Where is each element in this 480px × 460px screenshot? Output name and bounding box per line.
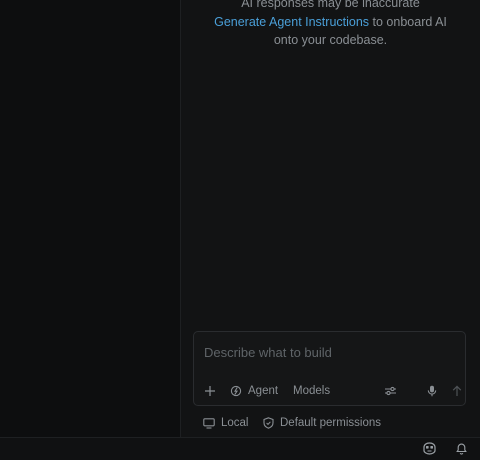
sliders-icon bbox=[385, 386, 396, 396]
local-session-button[interactable]: Local bbox=[203, 416, 249, 430]
permissions-button[interactable]: Default permissions bbox=[263, 416, 381, 430]
copilot-status-button[interactable] bbox=[422, 442, 437, 460]
send-button[interactable] bbox=[452, 382, 462, 400]
models-label: Models bbox=[293, 385, 331, 397]
tools-settings-button[interactable] bbox=[384, 382, 397, 400]
chat-input[interactable] bbox=[204, 345, 454, 360]
editor-area bbox=[0, 0, 180, 437]
monitor-icon bbox=[203, 417, 215, 429]
microphone-icon bbox=[427, 385, 437, 397]
notice-line-1: AI responses may be inaccurate bbox=[241, 0, 420, 10]
chat-welcome-notice: AI responses may be inaccurate Generate … bbox=[181, 0, 480, 50]
agent-label: Agent bbox=[248, 385, 279, 397]
agent-icon bbox=[230, 385, 242, 397]
agent-mode-button[interactable]: Agent bbox=[230, 382, 278, 400]
notice-line-3: onto your codebase. bbox=[273, 33, 388, 47]
notifications-button[interactable] bbox=[455, 442, 468, 460]
chat-composer: Agent Models bbox=[193, 331, 466, 406]
status-bar bbox=[0, 437, 480, 460]
app-window: AI responses may be inaccurate Generate … bbox=[0, 0, 480, 460]
permissions-label: Default permissions bbox=[280, 417, 381, 429]
add-context-button[interactable] bbox=[204, 382, 216, 400]
session-options: Local Default permissions bbox=[203, 416, 473, 430]
models-picker-button[interactable]: Models bbox=[293, 382, 330, 400]
notice-line-2-rest: to onboard AI bbox=[369, 14, 447, 29]
composer-toolbar: Agent Models bbox=[202, 382, 462, 400]
bell-icon bbox=[456, 443, 467, 455]
copilot-icon bbox=[423, 442, 436, 455]
voice-input-button[interactable] bbox=[427, 382, 437, 400]
generate-instructions-link[interactable]: Generate Agent Instructions bbox=[214, 15, 369, 29]
arrow-up-icon bbox=[452, 385, 462, 396]
local-label: Local bbox=[221, 417, 249, 429]
plus-icon bbox=[205, 386, 215, 396]
notice-line-2: Generate Agent Instructions to onboard A… bbox=[181, 13, 480, 32]
shield-icon bbox=[263, 417, 274, 429]
